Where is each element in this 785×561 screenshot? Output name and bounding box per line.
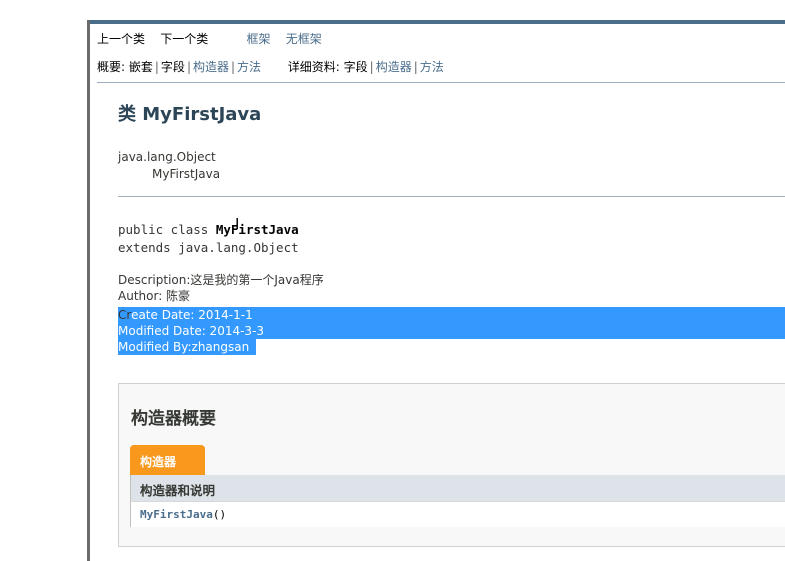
constructor-tab-label: 构造器 — [140, 455, 177, 469]
constructor-params: () — [212, 508, 227, 521]
constructor-summary-title: 构造器概要 — [131, 409, 216, 429]
content-divider — [118, 196, 785, 197]
detail-constructor-link[interactable]: 构造器 — [376, 60, 412, 74]
create-date-text: Create Date: 2014-1-1 — [118, 308, 253, 322]
next-class-link: 下一个类 — [160, 32, 209, 46]
decl-prefix: public class — [118, 222, 216, 237]
summary-method-link[interactable]: 方法 — [237, 60, 261, 74]
page-title: 类 MyFirstJava — [118, 104, 262, 125]
decl-name: MyFirstJava — [215, 222, 299, 237]
text-cursor-icon: I — [235, 215, 240, 233]
table-header-label: 构造器和说明 — [140, 483, 216, 498]
constructor-signature: MyFirstJava() — [140, 508, 226, 521]
modified-by-text: Modified By:zhangsan — [118, 340, 250, 354]
constructor-link[interactable]: MyFirstJava — [140, 508, 213, 521]
detail-method-link[interactable]: 方法 — [420, 60, 444, 74]
inheritance-child: MyFirstJava — [152, 167, 221, 181]
summary-constructor-link[interactable]: 构造器 — [193, 60, 229, 74]
summary-detail-nav: 概要: 嵌套 | 字段 | 构造器 | 方法 详细资料: 字段 | 构造器 | 方法 — [97, 60, 444, 74]
top-nav-bar — [90, 20, 785, 24]
create-prefix: Cr — [118, 308, 132, 322]
detail-label: 详细资料: — [287, 60, 344, 74]
top-nav-links: 上一个类 下一个类 框架 无框架 — [97, 31, 322, 47]
detail-field: 字段 — [343, 60, 368, 74]
description-text: Description:这是我的第一个Java程序 — [118, 273, 324, 287]
prev-class-link: 上一个类 — [97, 32, 146, 46]
frames-link[interactable]: 框架 — [246, 32, 270, 46]
create-selected: eate Date: 2014-1-1 — [131, 308, 253, 322]
table-row: MyFirstJava() — [130, 501, 785, 527]
constructor-tab[interactable]: 构造器 — [130, 445, 205, 475]
author-text: Author: 陈豪 — [118, 289, 191, 303]
class-declaration: public class MyFirstJava — [118, 222, 299, 237]
modified-date-text: Modified Date: 2014-3-3 — [118, 324, 265, 338]
summary-nested: 嵌套 — [128, 60, 153, 74]
inheritance-root: java.lang.Object — [118, 150, 216, 164]
class-extends: extends java.lang.Object — [118, 240, 299, 255]
no-frames-link[interactable]: 无框架 — [286, 32, 322, 46]
summary-label: 概要: — [97, 60, 129, 74]
summary-field: 字段 — [160, 60, 185, 74]
left-frame-border — [87, 20, 90, 561]
table-header: 构造器和说明 — [130, 475, 785, 501]
nav-divider — [97, 82, 785, 83]
